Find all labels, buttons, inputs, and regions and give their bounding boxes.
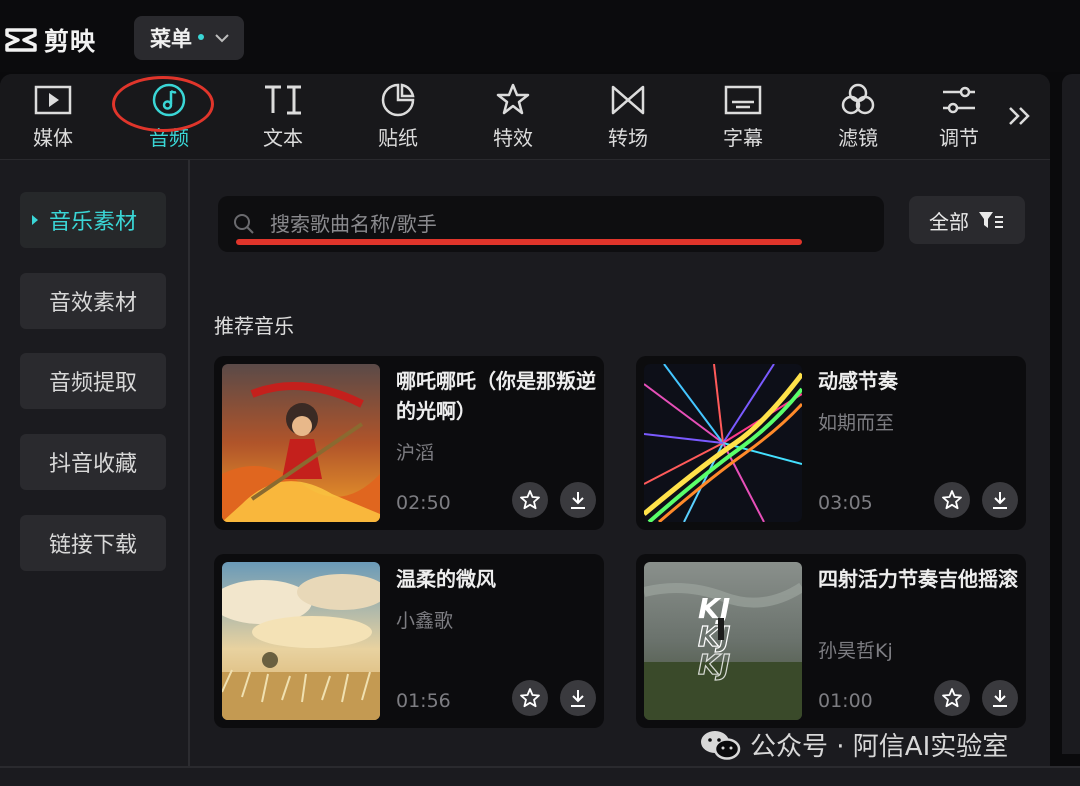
menu-label: 菜单 [150,27,192,51]
tab-media[interactable]: 媒体 [8,82,98,154]
tab-effects[interactable]: 特效 [468,82,558,154]
track-cover-art [222,562,380,720]
track-cover: KJ KJ KJ [644,562,802,720]
favorite-button[interactable] [934,680,970,716]
double-chevron-right-icon[interactable] [1004,100,1036,132]
top-bar: 剪映 菜单 [0,0,1080,72]
track-cover-art [222,364,380,522]
track-cover-text-echo: KJ [698,648,730,681]
subtitle-icon [724,85,762,115]
app-name: 剪映 [44,27,97,56]
adjust-sliders-icon [943,86,975,114]
active-indicator-icon [32,215,38,225]
transition-icon [611,85,645,115]
filter-funnel-icon [979,212,1003,228]
menu-button[interactable]: 菜单 [134,16,244,60]
timeline-edge [0,766,1080,786]
download-icon [571,690,585,707]
audio-sidebar: 音乐素材 音效素材 音频提取 抖音收藏 链接下载 [0,160,190,774]
track-title: 四射活力节奏吉他摇滚 [818,567,1018,591]
download-button[interactable] [560,680,596,716]
sidebar-item-audio-extract[interactable]: 音频提取 [20,353,166,409]
tab-adjust[interactable]: 调节 [924,82,994,154]
chevron-down-icon [215,34,229,43]
track-cover [222,364,380,522]
track-cover-art: KJ KJ KJ [644,562,802,720]
wechat-icon [701,730,741,760]
watermark: 公众号 · 阿信AI实验室 [698,726,1008,763]
track-artist: 如期而至 [818,412,895,434]
track-artist: 沪滔 [396,442,435,464]
track-card[interactable]: KJ KJ KJ 四射活力节奏吉他摇滚 孙昊哲Kj 01:00 [636,554,1026,728]
notification-dot [198,34,204,40]
download-button[interactable] [982,680,1018,716]
section-title: 推荐音乐 [214,314,294,338]
tab-subtitle[interactable]: 字幕 [698,82,788,154]
capcut-logo-icon [5,28,37,52]
star-icon [942,490,962,510]
search-icon [234,214,254,234]
effects-star-icon [496,83,530,115]
track-card[interactable]: 动感节奏 如期而至 03:05 [636,356,1026,530]
download-icon [571,492,585,509]
tab-transition[interactable]: 转场 [583,82,673,154]
favorite-button[interactable] [512,482,548,518]
track-card[interactable]: 温柔的微风 小鑫歌 01:56 [214,554,604,728]
adjacent-panel-edge [1062,74,1080,754]
filter-button[interactable]: 全部 [909,196,1025,244]
favorite-button[interactable] [934,482,970,518]
track-title: 温柔的微风 [396,567,496,591]
media-toolbar: 媒体 音频 文本 贴纸 特效 转场 字幕 滤镜 调节 [0,74,1050,160]
track-artist: 孙昊哲Kj [818,640,893,662]
track-title: 动感节奏 [818,369,898,393]
annotation-circle [112,76,214,132]
track-card[interactable]: 哪吒哪吒（你是那叛逆的光啊） 沪滔 02:50 [214,356,604,530]
text-icon [265,85,301,115]
track-duration: 03:05 [818,492,873,514]
favorite-button[interactable] [512,680,548,716]
search-input[interactable] [270,212,830,236]
download-button[interactable] [982,482,1018,518]
watermark-text: 公众号 · 阿信AI实验室 [750,732,1009,762]
track-duration: 01:56 [396,690,451,712]
media-icon [34,85,72,115]
track-cover [222,562,380,720]
tab-sticker[interactable]: 贴纸 [353,82,443,154]
download-icon [993,492,1007,509]
track-cover [644,364,802,522]
app-logo: 剪映 [4,22,96,58]
sidebar-item-music[interactable]: 音乐素材 [20,192,166,248]
filter-circles-icon [841,83,875,115]
download-button[interactable] [560,482,596,518]
track-duration: 01:00 [818,690,873,712]
track-cover-art [644,364,802,522]
tab-text[interactable]: 文本 [238,82,328,154]
sticker-icon [381,83,415,117]
star-icon [520,490,540,510]
download-icon [993,690,1007,707]
star-icon [942,688,962,708]
annotation-underline [236,239,802,245]
music-content: 全部 推荐音乐 哪吒哪吒（你是那叛逆的光啊） 沪滔 [192,160,1050,774]
tab-filter[interactable]: 滤镜 [813,82,903,154]
audio-panel: 媒体 音频 文本 贴纸 特效 转场 字幕 滤镜 调节 音乐素材 音效素材 音频提… [0,74,1050,774]
track-title: 哪吒哪吒（你是那叛逆的光啊） [396,369,596,423]
sidebar-item-sound-effects[interactable]: 音效素材 [20,273,166,329]
track-artist: 小鑫歌 [396,610,454,632]
star-icon [520,688,540,708]
sidebar-item-douyin-favorites[interactable]: 抖音收藏 [20,434,166,490]
track-duration: 02:50 [396,492,451,514]
sidebar-item-link-download[interactable]: 链接下载 [20,515,166,571]
